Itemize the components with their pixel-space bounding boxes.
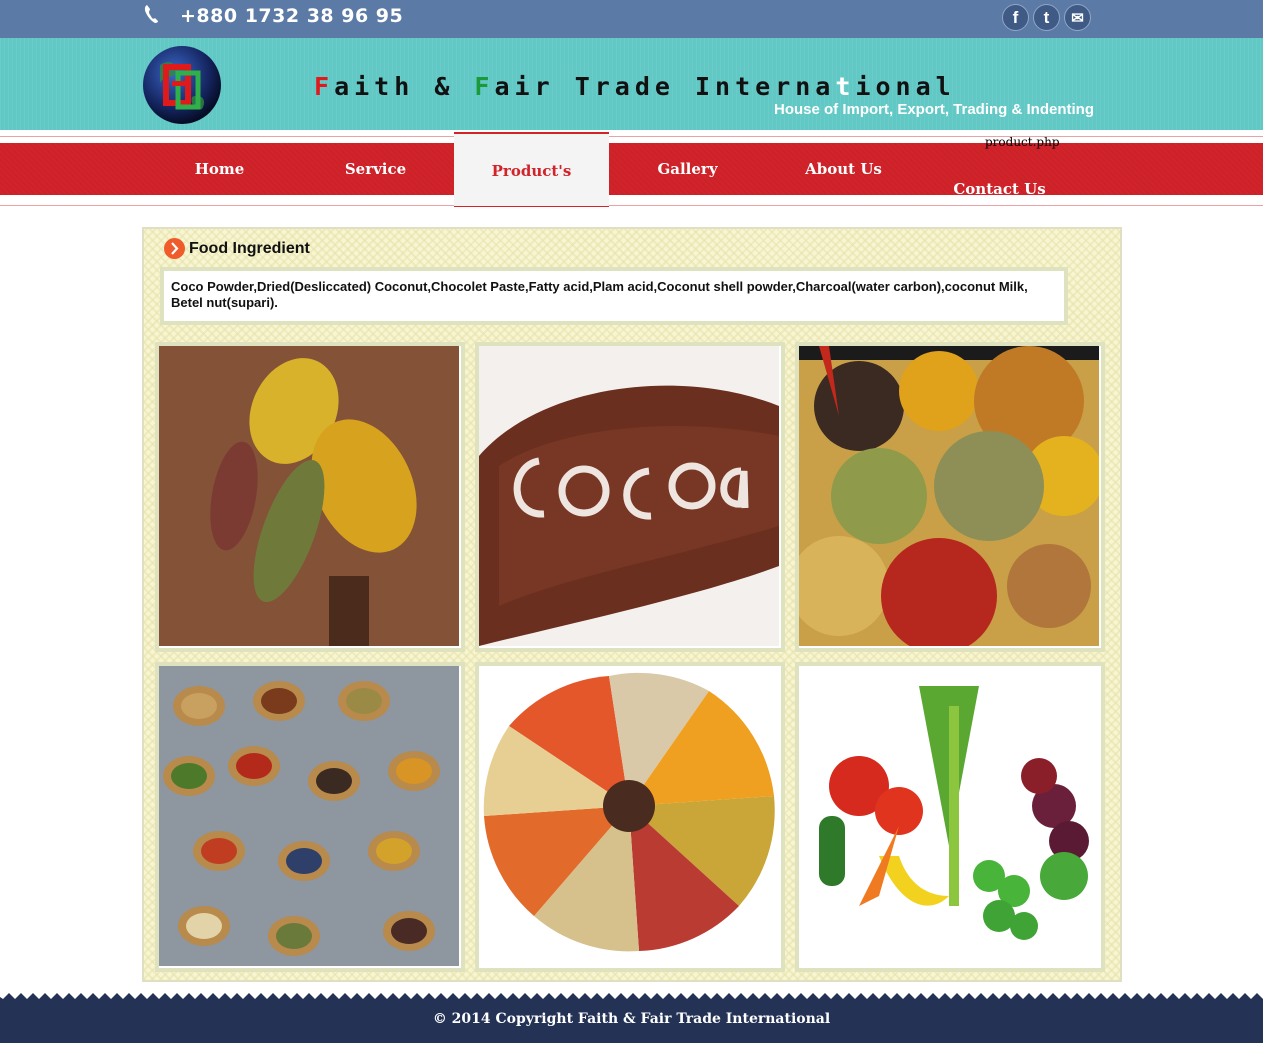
product-image-cocoa-powder[interactable] [475, 342, 785, 652]
phone-number: +880 1732 38 96 95 [180, 5, 404, 27]
phone-icon [144, 5, 158, 23]
twitter-icon[interactable]: t [1033, 4, 1060, 31]
brand-name: Faith & Fair Trade International [314, 72, 956, 101]
nav-home[interactable]: Home [142, 143, 297, 195]
facebook-icon[interactable]: f [1002, 4, 1029, 31]
nav-products[interactable]: Product's [454, 132, 609, 207]
product-image-spices-mix[interactable] [795, 342, 1105, 652]
twitter-glyph: t [1043, 7, 1050, 27]
product-image-spice-wheel[interactable] [475, 662, 785, 972]
tagline: House of Import, Export, Trading & Inden… [774, 101, 1094, 118]
mail-icon[interactable]: ✉ [1064, 4, 1091, 31]
facebook-glyph: f [1012, 7, 1019, 27]
product-image-vegetables[interactable] [795, 662, 1105, 972]
chevron-right-icon [164, 238, 185, 259]
mail-glyph: ✉ [1071, 9, 1084, 27]
stray-url-text: product.php [985, 135, 1060, 149]
copyright-text: © 2014 Copyright Faith & Fair Trade Inte… [432, 1011, 831, 1027]
company-logo[interactable] [142, 45, 222, 125]
nav-gallery[interactable]: Gallery [610, 143, 765, 195]
nav-about-us[interactable]: About Us [766, 143, 921, 195]
nav-contact-us[interactable]: Contact Us [922, 163, 1077, 215]
product-image-spice-spoons[interactable] [155, 662, 465, 972]
product-description: Coco Powder,Dried(Desliccated) Coconut,C… [160, 267, 1068, 325]
section-title: Food Ingredient [189, 240, 310, 257]
product-image-cocoa-pods[interactable] [155, 342, 465, 652]
nav-service[interactable]: Service [298, 143, 453, 195]
nav-top-line [0, 136, 1263, 137]
